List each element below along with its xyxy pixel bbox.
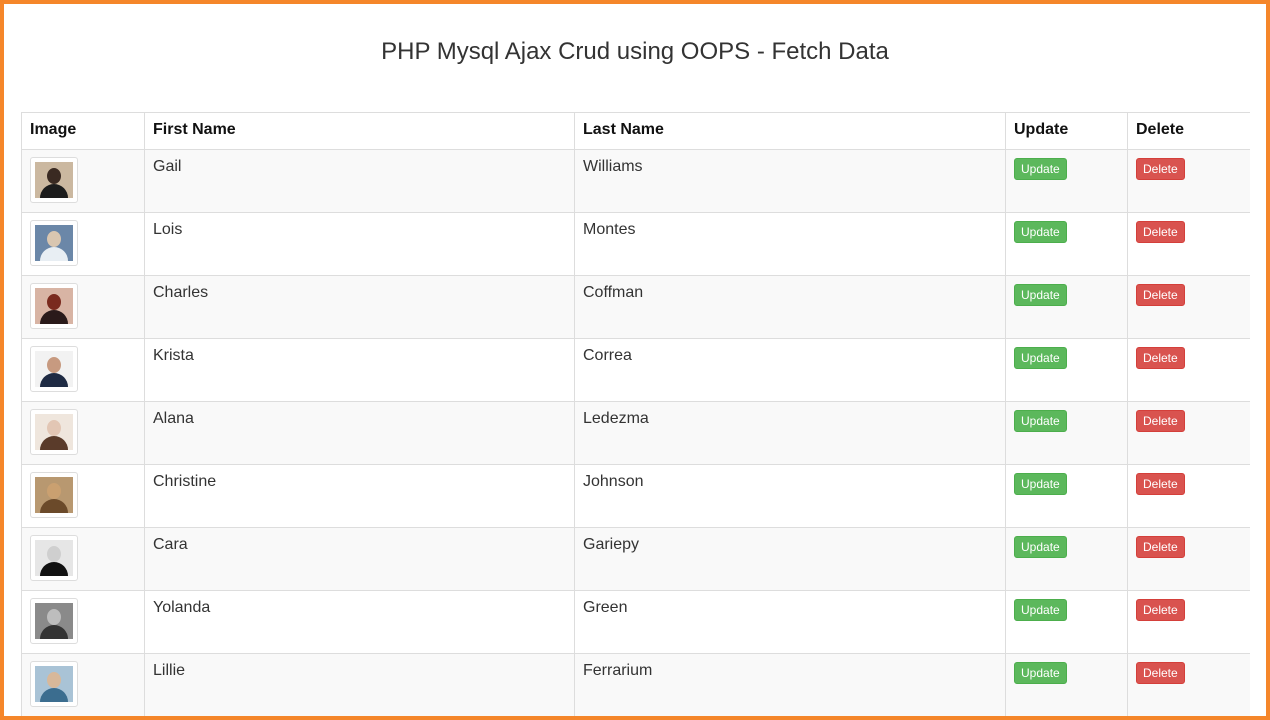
update-cell: Update <box>1005 590 1128 654</box>
data-table: Image First Name Last Name Update Delete… <box>21 112 1250 716</box>
delete-cell: Delete <box>1127 527 1250 591</box>
update-cell: Update <box>1005 275 1128 339</box>
last-name-cell: Ledezma <box>574 401 1006 465</box>
image-cell <box>21 401 145 465</box>
header-last-name: Last Name <box>574 112 1006 150</box>
data-table-container: Image First Name Last Name Update Delete… <box>21 112 1250 716</box>
first-name-cell: Alana <box>144 401 575 465</box>
last-name-cell: Gariepy <box>574 527 1006 591</box>
first-name-cell: Lillie <box>144 653 575 716</box>
image-cell <box>21 653 145 716</box>
last-name-cell: Coffman <box>574 275 1006 339</box>
update-cell: Update <box>1005 401 1128 465</box>
delete-button[interactable]: Delete <box>1136 599 1185 621</box>
avatar <box>30 598 78 644</box>
avatar <box>30 157 78 203</box>
avatar <box>30 409 78 455</box>
avatar <box>30 472 78 518</box>
last-name-cell: Green <box>574 590 1006 654</box>
image-cell <box>21 338 145 402</box>
delete-button[interactable]: Delete <box>1136 410 1185 432</box>
update-cell: Update <box>1005 212 1128 276</box>
header-first-name: First Name <box>144 112 575 150</box>
last-name-cell: Williams <box>574 149 1006 213</box>
update-cell: Update <box>1005 338 1128 402</box>
table-row: Krista Correa Update Delete <box>21 338 1250 402</box>
update-cell: Update <box>1005 149 1128 213</box>
table-row: Charles Coffman Update Delete <box>21 275 1250 339</box>
table-row: Lillie Ferrarium Update Delete <box>21 653 1250 716</box>
delete-button[interactable]: Delete <box>1136 158 1185 180</box>
avatar <box>30 661 78 707</box>
last-name-cell: Johnson <box>574 464 1006 528</box>
delete-button[interactable]: Delete <box>1136 221 1185 243</box>
header-image: Image <box>21 112 145 150</box>
first-name-cell: Charles <box>144 275 575 339</box>
delete-cell: Delete <box>1127 590 1250 654</box>
header-update: Update <box>1005 112 1128 150</box>
header-delete: Delete <box>1127 112 1250 150</box>
delete-cell: Delete <box>1127 653 1250 716</box>
delete-cell: Delete <box>1127 338 1250 402</box>
delete-cell: Delete <box>1127 212 1250 276</box>
avatar <box>30 346 78 392</box>
image-cell <box>21 149 145 213</box>
table-row: Christine Johnson Update Delete <box>21 464 1250 528</box>
delete-button[interactable]: Delete <box>1136 284 1185 306</box>
table-header-row: Image First Name Last Name Update Delete <box>21 112 1250 150</box>
update-button[interactable]: Update <box>1014 410 1067 432</box>
update-button[interactable]: Update <box>1014 284 1067 306</box>
last-name-cell: Correa <box>574 338 1006 402</box>
first-name-cell: Christine <box>144 464 575 528</box>
table-row: Lois Montes Update Delete <box>21 212 1250 276</box>
avatar <box>30 283 78 329</box>
delete-cell: Delete <box>1127 275 1250 339</box>
first-name-cell: Lois <box>144 212 575 276</box>
page-title: PHP Mysql Ajax Crud using OOPS - Fetch D… <box>381 38 889 65</box>
delete-button[interactable]: Delete <box>1136 662 1185 684</box>
delete-cell: Delete <box>1127 149 1250 213</box>
delete-cell: Delete <box>1127 401 1250 465</box>
update-button[interactable]: Update <box>1014 221 1067 243</box>
table-row: Alana Ledezma Update Delete <box>21 401 1250 465</box>
table-row: Gail Williams Update Delete <box>21 149 1250 213</box>
first-name-cell: Gail <box>144 149 575 213</box>
table-row: Cara Gariepy Update Delete <box>21 527 1250 591</box>
first-name-cell: Yolanda <box>144 590 575 654</box>
delete-button[interactable]: Delete <box>1136 473 1185 495</box>
update-button[interactable]: Update <box>1014 158 1067 180</box>
avatar <box>30 220 78 266</box>
avatar <box>30 535 78 581</box>
update-cell: Update <box>1005 464 1128 528</box>
update-button[interactable]: Update <box>1014 662 1067 684</box>
last-name-cell: Montes <box>574 212 1006 276</box>
update-cell: Update <box>1005 653 1128 716</box>
delete-button[interactable]: Delete <box>1136 347 1185 369</box>
update-button[interactable]: Update <box>1014 599 1067 621</box>
image-cell <box>21 212 145 276</box>
delete-cell: Delete <box>1127 464 1250 528</box>
first-name-cell: Krista <box>144 338 575 402</box>
update-cell: Update <box>1005 527 1128 591</box>
table-row: Yolanda Green Update Delete <box>21 590 1250 654</box>
delete-button[interactable]: Delete <box>1136 536 1185 558</box>
update-button[interactable]: Update <box>1014 536 1067 558</box>
image-cell <box>21 527 145 591</box>
image-cell <box>21 275 145 339</box>
update-button[interactable]: Update <box>1014 473 1067 495</box>
image-cell <box>21 590 145 654</box>
first-name-cell: Cara <box>144 527 575 591</box>
update-button[interactable]: Update <box>1014 347 1067 369</box>
image-cell <box>21 464 145 528</box>
last-name-cell: Ferrarium <box>574 653 1006 716</box>
